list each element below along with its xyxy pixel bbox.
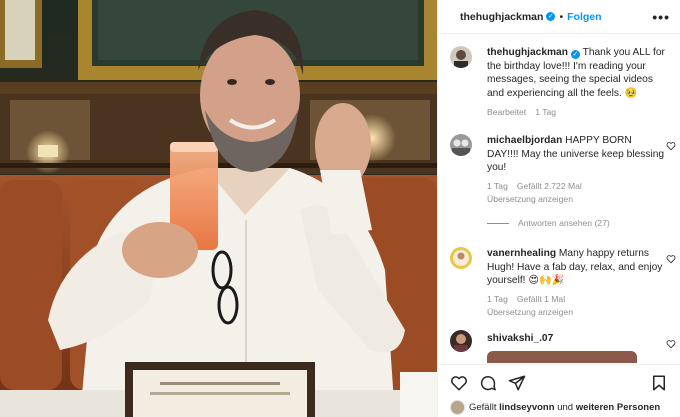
heart-icon[interactable]	[666, 339, 676, 349]
caption-text: thehughjackman ✓ Thank you ALL for the bi…	[487, 46, 665, 100]
header-username[interactable]: thehughjackman	[460, 11, 543, 23]
avatar[interactable]	[450, 134, 472, 156]
comment-username[interactable]: michaelbjordan	[487, 135, 562, 146]
comment-meta: 1 Tag Gefällt 1 Mal	[487, 294, 574, 304]
liked-others[interactable]: weiteren Personen	[576, 402, 660, 413]
comment-likes[interactable]: Gefällt 1 Mal	[517, 294, 565, 304]
comments-scroll-area[interactable]: thehughjackman ✓ Thank you ALL for the bi…	[438, 34, 680, 364]
comment-text: vanernhealing Many happy returns Hugh! H…	[487, 247, 665, 288]
view-replies[interactable]: Antworten ansehen (27)	[487, 218, 610, 228]
share-icon[interactable]	[508, 374, 526, 392]
comment-image-thumbnail[interactable]	[487, 351, 637, 363]
comment-text: michaelbjordan HAPPY BORN DAY!!!! May th…	[487, 134, 665, 175]
comment-username[interactable]: shivakshi_.07	[487, 333, 553, 344]
header-separator: •	[559, 10, 564, 23]
post-side-panel: thehughjackman ✓ • Folgen ••• thehughjac…	[437, 0, 680, 417]
action-bar	[438, 364, 680, 399]
verified-badge-icon: ✓	[570, 50, 580, 59]
liked-by-line: Gefällt lindseyvonn und weiteren Persone…	[450, 397, 680, 417]
verified-badge-icon: ✓	[546, 12, 556, 21]
replies-divider	[487, 222, 509, 224]
comment-meta: 1 Tag Gefällt 2.722 Mal	[487, 181, 591, 191]
liked-user[interactable]: lindseyvonn	[499, 402, 554, 413]
post-photo[interactable]	[0, 0, 437, 417]
heart-icon[interactable]	[666, 141, 676, 151]
follow-button[interactable]: Folgen	[567, 11, 601, 23]
heart-icon[interactable]	[450, 374, 468, 392]
avatar[interactable]	[450, 46, 472, 68]
caption-username[interactable]: thehughjackman	[487, 47, 568, 58]
avatar[interactable]	[450, 247, 472, 269]
liked-connector: und	[557, 401, 574, 413]
avatar[interactable]	[450, 330, 472, 352]
edited-label: Bearbeitet	[487, 107, 527, 117]
view-replies-label[interactable]: Antworten ansehen (27)	[518, 218, 610, 228]
instagram-post-view: thehughjackman ✓ • Folgen ••• thehughjac…	[0, 0, 680, 417]
heart-icon[interactable]	[666, 254, 676, 264]
comment-username[interactable]: vanernhealing	[487, 248, 556, 259]
caption-time[interactable]: 1 Tag	[535, 107, 556, 117]
avatar[interactable]	[450, 399, 465, 415]
more-horizontal-icon[interactable]: •••	[652, 9, 670, 25]
bookmark-icon[interactable]	[650, 374, 668, 392]
post-header: thehughjackman ✓ • Folgen •••	[438, 0, 680, 34]
comment-time[interactable]: 1 Tag	[487, 181, 508, 191]
comment-likes[interactable]: Gefällt 2.722 Mal	[517, 181, 582, 191]
caption-meta: Bearbeitet 1 Tag	[487, 107, 565, 117]
comment-text: shivakshi_.07	[487, 332, 665, 346]
translate-link[interactable]: Übersetzung anzeigen	[487, 307, 573, 317]
liked-prefix: Gefällt	[469, 401, 497, 413]
post-photo-illustration	[0, 0, 437, 417]
translate-link[interactable]: Übersetzung anzeigen	[487, 194, 573, 204]
comment-icon[interactable]	[479, 374, 497, 392]
comment-time[interactable]: 1 Tag	[487, 294, 508, 304]
